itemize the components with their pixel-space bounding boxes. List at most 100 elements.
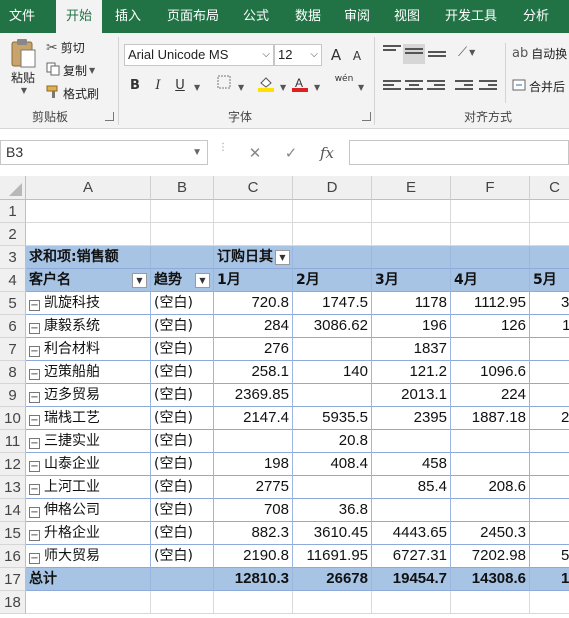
pivot-header-cell[interactable]	[530, 246, 569, 269]
trend-cell[interactable]: (空白)	[151, 522, 214, 545]
align-left-icon[interactable]	[383, 80, 401, 94]
trend-cell[interactable]: (空白)	[151, 545, 214, 568]
column-header-c[interactable]: C	[214, 176, 293, 200]
pivot-header-cell[interactable]	[372, 246, 451, 269]
value-cell[interactable]: 408.4	[293, 453, 372, 476]
fill-color-dropdown-icon[interactable]: ▼	[280, 83, 286, 92]
value-cell[interactable]: 5935.5	[293, 407, 372, 430]
row-header-6[interactable]: 6	[0, 315, 26, 338]
row-header-15[interactable]: 15	[0, 522, 26, 545]
cell[interactable]	[151, 200, 214, 223]
filter-dropdown-icon[interactable]: ▼	[195, 273, 210, 288]
pivot-month-header[interactable]: 5月	[530, 269, 569, 292]
copy-dropdown-icon[interactable]: ▼	[89, 66, 95, 75]
copy-button[interactable]: 复制 ▼	[46, 62, 95, 79]
value-cell[interactable]: 1837	[372, 338, 451, 361]
wrap-text-button[interactable]: ab 自动换	[512, 45, 567, 62]
grand-total-value[interactable]: 14308.6	[451, 568, 530, 591]
value-cell[interactable]	[451, 499, 530, 522]
customer-name-cell[interactable]: − 迈多贸易	[26, 384, 151, 407]
pivot-month-header[interactable]: 3月	[372, 269, 451, 292]
cell[interactable]	[26, 200, 151, 223]
clipboard-dialog-launcher[interactable]	[105, 112, 114, 121]
collapse-icon[interactable]: −	[29, 369, 40, 380]
collapse-icon[interactable]: −	[29, 438, 40, 449]
customer-name-cell[interactable]: − 上河工业	[26, 476, 151, 499]
value-cell[interactable]: 140	[293, 361, 372, 384]
row-header-16[interactable]: 16	[0, 545, 26, 568]
row-header-8[interactable]: 8	[0, 361, 26, 384]
row-header-18[interactable]: 18	[0, 591, 26, 614]
cell[interactable]	[451, 200, 530, 223]
row-header-5[interactable]: 5	[0, 292, 26, 315]
bottom-align-icon[interactable]	[428, 51, 446, 65]
value-cell[interactable]: 882.3	[214, 522, 293, 545]
value-cell[interactable]	[372, 430, 451, 453]
grand-total-value[interactable]: 19454.7	[372, 568, 451, 591]
enter-icon[interactable]: ✓	[273, 144, 309, 162]
pivot-header-cell[interactable]	[151, 246, 214, 269]
pivot-trend-header[interactable]: 趋势 ▼	[151, 269, 214, 292]
value-cell[interactable]: 2190.8	[214, 545, 293, 568]
customer-name-cell[interactable]: − 凯旋科技	[26, 292, 151, 315]
value-cell[interactable]	[293, 476, 372, 499]
value-cell[interactable]: 126	[451, 315, 530, 338]
cancel-icon[interactable]: ✕	[237, 144, 273, 162]
pivot-values-label[interactable]: 求和项:销售额	[26, 246, 151, 269]
value-cell[interactable]	[530, 361, 569, 384]
cell[interactable]	[530, 223, 569, 246]
underline-dropdown-icon[interactable]: ▼	[194, 83, 200, 92]
tab-developer[interactable]: 开发工具	[438, 0, 504, 33]
cell[interactable]	[26, 223, 151, 246]
value-cell[interactable]	[293, 338, 372, 361]
trend-cell[interactable]: (空白)	[151, 430, 214, 453]
tab-analyze[interactable]: 分析	[514, 0, 558, 33]
cell[interactable]	[530, 200, 569, 223]
value-cell[interactable]: 281	[530, 407, 569, 430]
row-header-17[interactable]: 17	[0, 568, 26, 591]
collapse-icon[interactable]: −	[29, 323, 40, 334]
insert-function-icon[interactable]: fx	[309, 144, 345, 162]
pivot-header-cell[interactable]	[451, 246, 530, 269]
cell[interactable]	[293, 200, 372, 223]
customer-name-cell[interactable]: − 山泰企业	[26, 453, 151, 476]
collapse-icon[interactable]: −	[29, 392, 40, 403]
value-cell[interactable]	[530, 522, 569, 545]
collapse-icon[interactable]: −	[29, 484, 40, 495]
value-cell[interactable]: 4443.65	[372, 522, 451, 545]
value-cell[interactable]	[530, 338, 569, 361]
cut-button[interactable]: ✂ 剪切	[46, 39, 85, 56]
value-cell[interactable]: 3086.62	[293, 315, 372, 338]
value-cell[interactable]: 458	[372, 453, 451, 476]
trend-cell[interactable]: (空白)	[151, 499, 214, 522]
value-cell[interactable]: 196	[372, 315, 451, 338]
column-header-a[interactable]: A	[26, 176, 151, 200]
cell[interactable]	[372, 200, 451, 223]
value-cell[interactable]: 720.8	[214, 292, 293, 315]
value-cell[interactable]: 20.8	[293, 430, 372, 453]
value-cell[interactable]: 2450.3	[451, 522, 530, 545]
value-cell[interactable]	[451, 453, 530, 476]
worksheet-grid[interactable]: A B C D E F C 1 2 3 4 5 6 7 8 9 10 11 12 13 14 15 16 17 1…	[0, 176, 569, 618]
value-cell[interactable]: 1178	[372, 292, 451, 315]
grand-total-value[interactable]: 26678	[293, 568, 372, 591]
pivot-header-cell[interactable]	[293, 246, 372, 269]
cell[interactable]	[151, 591, 214, 614]
value-cell[interactable]: 1112.95	[451, 292, 530, 315]
trend-cell[interactable]: (空白)	[151, 407, 214, 430]
collapse-icon[interactable]: −	[29, 553, 40, 564]
format-painter-button[interactable]: 格式刷	[46, 85, 99, 102]
cell[interactable]	[451, 591, 530, 614]
borders-button[interactable]	[213, 75, 235, 97]
cell[interactable]	[214, 591, 293, 614]
cell[interactable]	[293, 223, 372, 246]
value-cell[interactable]: 7202.98	[451, 545, 530, 568]
cell[interactable]	[530, 591, 569, 614]
trend-cell[interactable]: (空白)	[151, 338, 214, 361]
value-cell[interactable]: 2369.85	[214, 384, 293, 407]
increase-indent-icon[interactable]	[479, 80, 497, 94]
tab-insert[interactable]: 插入	[108, 0, 148, 33]
row-header-10[interactable]: 10	[0, 407, 26, 430]
collapse-icon[interactable]: −	[29, 300, 40, 311]
trend-cell[interactable]: (空白)	[151, 476, 214, 499]
